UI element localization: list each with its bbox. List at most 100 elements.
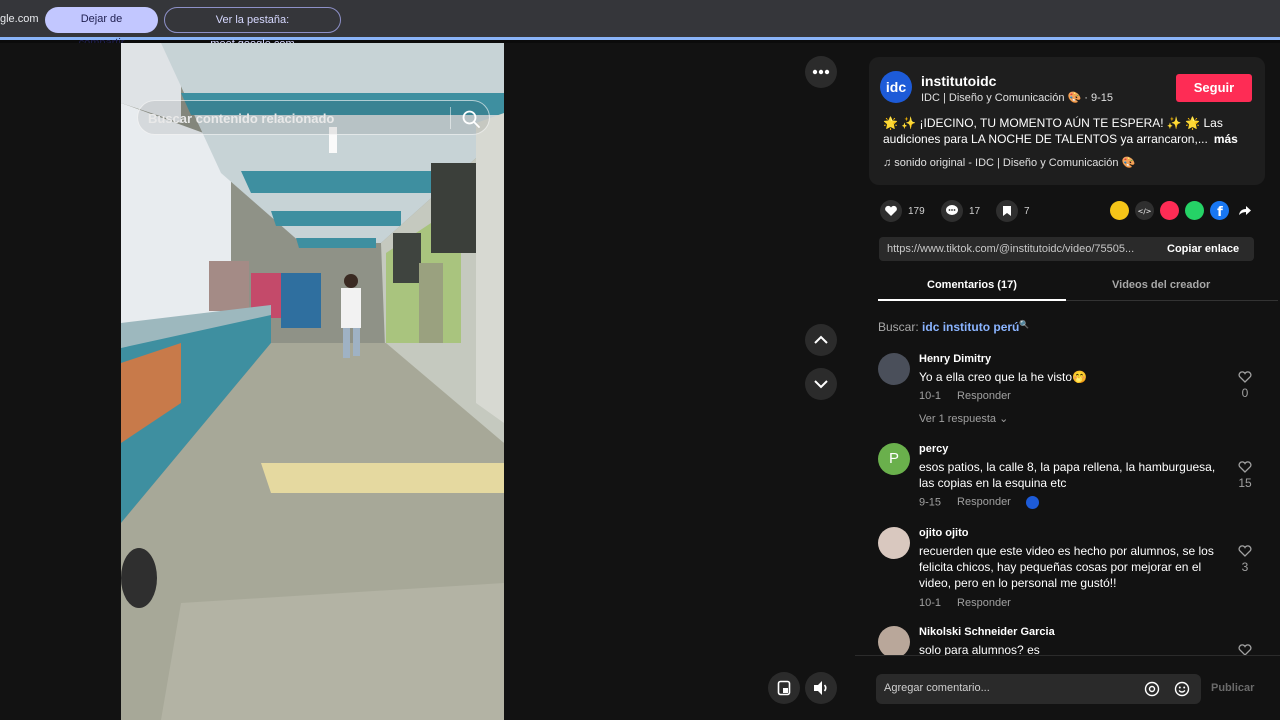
- comment-count: 17: [969, 205, 981, 217]
- comment-like[interactable]: [1235, 644, 1255, 655]
- reply-button[interactable]: Responder: [957, 597, 1011, 609]
- like-count: 179: [908, 205, 925, 217]
- volume-button[interactable]: [805, 672, 837, 704]
- more-link[interactable]: más: [1214, 132, 1238, 146]
- heart-icon: [1238, 371, 1252, 383]
- comment-meta: 10-1 Responder: [919, 597, 1011, 609]
- comment-text: recuerden que este video es hecho por al…: [919, 544, 1214, 590]
- mention-icon[interactable]: [1144, 681, 1160, 697]
- comment-composer: Agregar comentario... Publicar: [855, 655, 1280, 720]
- related-content-search[interactable]: Buscar contenido relacionado: [137, 100, 490, 135]
- comment-text: solo para alumnos? es: [919, 643, 1040, 655]
- creator-avatar[interactable]: idc: [880, 71, 912, 103]
- comment-meta: 9-15 Responder: [919, 496, 1039, 509]
- screen-share-bar: gle.com Dejar de compartir Ver la pestañ…: [0, 0, 1280, 50]
- next-video-button[interactable]: [805, 368, 837, 400]
- panel-tabs: Comentarios (17) Videos del creador: [878, 273, 1278, 301]
- comment-date: 10-1: [919, 390, 942, 402]
- comment-date: 9-15: [919, 496, 942, 509]
- like-action[interactable]: 179: [880, 200, 925, 222]
- comment-text: esos patios, la calle 8, la papa rellena…: [919, 460, 1216, 490]
- video-url[interactable]: https://www.tiktok.com/@institutoidc/vid…: [887, 243, 1155, 255]
- tab-comments[interactable]: Comentarios (17): [927, 279, 1017, 291]
- comment-like-count: 3: [1241, 560, 1249, 574]
- avatar[interactable]: [878, 353, 910, 385]
- search-suggestion-prefix: Buscar:: [878, 320, 919, 334]
- comment-like[interactable]: 3: [1235, 545, 1255, 574]
- reply-button[interactable]: Responder: [957, 390, 1011, 402]
- view-tab-button[interactable]: Ver la pestaña: meet.google.com: [164, 7, 341, 50]
- embed-icon[interactable]: </>: [1135, 201, 1154, 220]
- comment-author[interactable]: percy: [919, 443, 948, 455]
- action-bar: 179 17 7 </> f: [880, 200, 1260, 222]
- reply-button[interactable]: Responder: [957, 496, 1011, 508]
- svg-text:</>: </>: [1137, 208, 1151, 216]
- avatar[interactable]: [878, 626, 910, 655]
- music-link[interactable]: ♫ sonido original - IDC | Diseño y Comun…: [883, 156, 1135, 169]
- post-info-card: idc institutoidc IDC | Diseño y Comunica…: [869, 57, 1265, 185]
- search-suggestion-query[interactable]: idc instituto perú: [922, 320, 1019, 334]
- comment-action[interactable]: 17: [941, 200, 980, 222]
- share-arrow-icon[interactable]: [1235, 201, 1254, 220]
- search-icon[interactable]: [460, 108, 482, 130]
- comment-meta: 10-1 Responder: [919, 390, 1011, 402]
- comment-like[interactable]: 15: [1235, 461, 1255, 490]
- comment-input-placeholder: Agregar comentario...: [884, 682, 990, 694]
- comment-item: ojito ojito recuerden que este video es …: [878, 527, 1268, 617]
- heart-icon: [1238, 644, 1252, 655]
- comment-like[interactable]: 0: [1235, 371, 1255, 400]
- creator-username[interactable]: institutoidc: [921, 73, 996, 89]
- comment-text: Yo a ella creo que la he visto🤭: [919, 370, 1087, 384]
- send-icon[interactable]: [1160, 201, 1179, 220]
- avatar[interactable]: P: [878, 443, 910, 475]
- details-panel: idc institutoidc IDC | Diseño y Comunica…: [855, 43, 1280, 720]
- comment-icon: [941, 200, 963, 222]
- pip-icon: [777, 680, 791, 696]
- post-description: 🌟 ✨ ¡IDECINO, TU MOMENTO AÚN TE ESPERA! …: [883, 115, 1255, 147]
- previous-video-button[interactable]: [805, 324, 837, 356]
- comment-item: P percy esos patios, la calle 8, la papa…: [878, 443, 1268, 513]
- tab-domain: gle.com: [0, 13, 39, 25]
- comment-item: Henry Dimitry Yo a ella creo que la he v…: [878, 353, 1268, 433]
- comment-like-count: 15: [1238, 476, 1252, 490]
- bookmark-icon: [996, 200, 1018, 222]
- volume-icon: [814, 681, 827, 695]
- facebook-icon[interactable]: f: [1210, 201, 1229, 220]
- comment-author[interactable]: Nikolski Schneider Garcia: [919, 626, 1055, 638]
- creator-liked-badge: [1025, 496, 1039, 509]
- heart-icon: [1238, 545, 1252, 557]
- chevron-down-icon: ⌄: [999, 413, 1009, 425]
- chevron-up-icon: [814, 335, 828, 344]
- description-text: 🌟 ✨ ¡IDECINO, TU MOMENTO AÚN TE ESPERA! …: [883, 116, 1223, 146]
- video-player[interactable]: [121, 43, 504, 720]
- tab-creator-videos[interactable]: Videos del creador: [1112, 279, 1210, 291]
- pip-button[interactable]: [768, 672, 800, 704]
- publish-button[interactable]: Publicar: [1211, 682, 1254, 694]
- svg-text:f: f: [1217, 205, 1223, 220]
- comment-date: 10-1: [919, 597, 942, 609]
- active-tab-indicator: [878, 299, 1066, 301]
- comment-input[interactable]: Agregar comentario...: [876, 674, 1201, 704]
- search-small-icon: 🔍: [1019, 320, 1030, 329]
- coin-share-icon[interactable]: [1110, 201, 1129, 220]
- emoji-icon[interactable]: [1174, 681, 1190, 697]
- whatsapp-icon[interactable]: [1185, 201, 1204, 220]
- avatar[interactable]: [878, 527, 910, 559]
- more-options-button[interactable]: [805, 56, 837, 88]
- stop-sharing-button[interactable]: Dejar de compartir: [45, 7, 158, 49]
- search-divider: [450, 107, 451, 129]
- search-input[interactable]: Buscar contenido relacionado: [148, 111, 334, 126]
- copy-link-button[interactable]: Copiar enlace: [1167, 243, 1239, 255]
- search-suggestion[interactable]: Buscar: idc instituto perú🔍: [878, 320, 1029, 334]
- comment-author[interactable]: Henry Dimitry: [919, 353, 991, 365]
- chevron-down-icon: [814, 380, 828, 389]
- video-link-box: https://www.tiktok.com/@institutoidc/vid…: [879, 237, 1254, 261]
- save-action[interactable]: 7: [996, 200, 1030, 222]
- comment-like-count: 0: [1241, 386, 1249, 400]
- comment-author[interactable]: ojito ojito: [919, 527, 968, 539]
- creator-subtitle: IDC | Diseño y Comunicación 🎨 · 9-15: [921, 92, 1114, 104]
- follow-button[interactable]: Seguir: [1176, 74, 1252, 102]
- view-replies-button[interactable]: Ver 1 respuesta ⌄: [919, 412, 1008, 425]
- video-stage: Buscar contenido relacionado: [0, 43, 855, 720]
- heart-icon: [1238, 461, 1252, 473]
